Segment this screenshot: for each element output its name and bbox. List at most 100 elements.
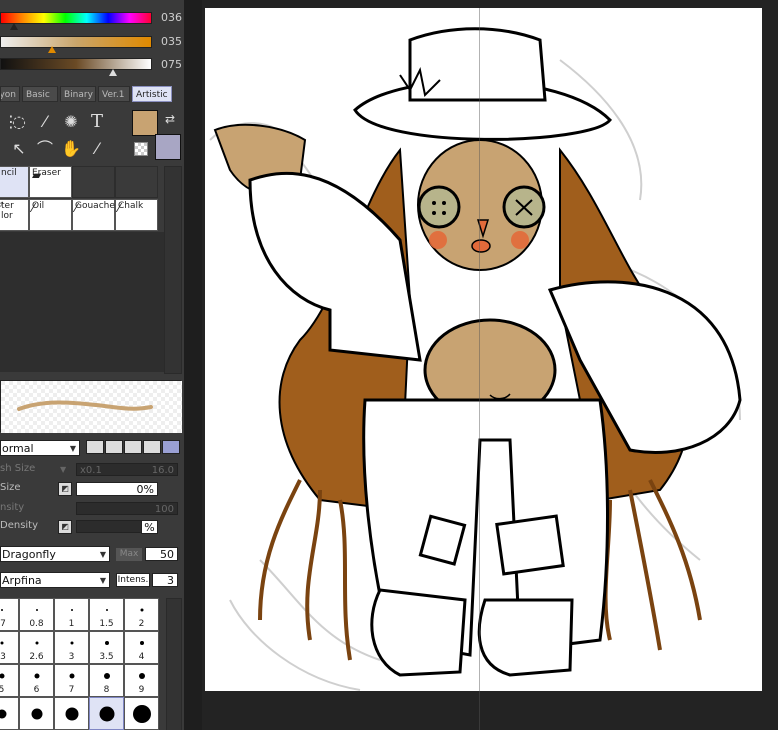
- intensity-field[interactable]: 3: [152, 573, 178, 587]
- tab-binary[interactable]: Binary: [60, 86, 96, 102]
- brush-size-option[interactable]: 1: [54, 598, 89, 631]
- shape-hard-button[interactable]: [143, 440, 161, 454]
- brush-size-option[interactable]: 2: [124, 598, 159, 631]
- brush-size-option[interactable]: .7: [0, 598, 19, 631]
- brush-size-option[interactable]: 1.5: [89, 598, 124, 631]
- rotate-tool-icon[interactable]: ⌒: [34, 138, 56, 160]
- brush-dot-icon: [70, 641, 73, 645]
- brush-size-dropdown-icon[interactable]: ▼: [60, 465, 66, 474]
- brush-size-option[interactable]: 7: [54, 664, 89, 697]
- brush-scrollbar[interactable]: [164, 166, 182, 374]
- saturation-slider[interactable]: [0, 36, 152, 48]
- tab-ver1[interactable]: Ver.1: [98, 86, 130, 102]
- brush-size-option[interactable]: .3: [0, 631, 19, 664]
- brush-size-scale: x0.1: [80, 465, 102, 476]
- hue-slider[interactable]: [0, 12, 152, 24]
- value-slider[interactable]: [0, 58, 152, 70]
- panel-divider[interactable]: [184, 0, 202, 730]
- scarecrow-illustration: [209, 27, 742, 691]
- brush-dot-icon: [99, 706, 114, 722]
- chevron-down-icon: ▼: [99, 576, 106, 585]
- density-field[interactable]: 100: [76, 502, 178, 515]
- brush-dot-icon: [35, 609, 38, 611]
- brush-size-option[interactable]: 3.5: [89, 631, 124, 664]
- brush-gouache[interactable]: Gouache ⁄: [72, 199, 115, 231]
- brush-size-option-label: 0.8: [29, 619, 44, 629]
- brush-pencil[interactable]: ncil✎: [0, 166, 29, 198]
- min-density-label: Density: [0, 520, 39, 531]
- tab-basic[interactable]: Basic: [22, 86, 58, 102]
- hue-slider-handle[interactable]: [10, 23, 18, 30]
- value-slider-track[interactable]: [0, 58, 152, 70]
- shape-medium-button[interactable]: [124, 440, 142, 454]
- color-picker-icon[interactable]: ✺: [60, 111, 82, 133]
- tab-crayon[interactable]: Crayon: [0, 86, 20, 102]
- brush-size-option-label: 7: [68, 685, 75, 695]
- brush-size-option[interactable]: [124, 697, 159, 730]
- main-color-swatch[interactable]: [132, 110, 158, 136]
- brush-dot-icon: [0, 709, 6, 719]
- value-slider-handle[interactable]: [109, 69, 117, 76]
- brush-size-option[interactable]: 9: [124, 664, 159, 697]
- min-size-pressure-icon[interactable]: ◩: [58, 482, 72, 496]
- brush-slot-empty[interactable]: [115, 166, 158, 198]
- brush-size-option[interactable]: [19, 697, 54, 730]
- drawing-canvas[interactable]: [205, 8, 762, 691]
- brush-size-option[interactable]: [54, 697, 89, 730]
- brush-chalk[interactable]: Chalk ⁄: [115, 199, 158, 231]
- magic-wand-icon[interactable]: ⁄: [34, 111, 56, 133]
- brush-size-option[interactable]: 4: [124, 631, 159, 664]
- eyedropper-icon[interactable]: ⁄: [86, 138, 108, 160]
- brush-eraser[interactable]: Eraser ▰: [29, 166, 72, 198]
- tool-panel: 036 035 075 Crayon Basic Binary Ver.1 Ar…: [0, 0, 184, 730]
- brush-size-option[interactable]: 0.8: [19, 598, 54, 631]
- tab-crayon-label: Crayon: [0, 90, 16, 100]
- size-grid-scrollbar[interactable]: [166, 598, 182, 730]
- brush-oil[interactable]: Oil ⁄: [29, 199, 72, 231]
- oil-brush-icon: ⁄: [32, 201, 35, 215]
- brush-shape-buttons: [86, 440, 180, 454]
- brush-watercolor[interactable]: ter lor🖌: [0, 199, 29, 231]
- saturation-slider-track[interactable]: [0, 36, 152, 48]
- brush-size-option[interactable]: 5: [0, 664, 19, 697]
- brush-slot-empty[interactable]: [72, 166, 115, 198]
- brush-size-option[interactable]: [89, 697, 124, 730]
- blend-mode-value: ormal: [2, 442, 34, 455]
- brush-dot-icon: [0, 609, 3, 611]
- swap-colors-icon[interactable]: ⇄: [160, 108, 180, 130]
- paper-texture-select[interactable]: Arpfina ▼: [0, 572, 110, 588]
- shape-flat-button[interactable]: [86, 440, 104, 454]
- shape-square-button[interactable]: [162, 440, 180, 454]
- brush-dot-icon: [138, 673, 145, 679]
- hand-tool-icon[interactable]: ✋: [60, 138, 82, 160]
- brush-size-option-label: 5: [0, 685, 5, 695]
- hue-slider-track[interactable]: [0, 12, 152, 24]
- move-tool-icon[interactable]: ↖: [8, 138, 30, 160]
- transparent-color-icon[interactable]: [134, 142, 148, 156]
- sub-color-swatch[interactable]: [155, 134, 181, 160]
- brush-dot-icon: [132, 705, 151, 723]
- intensity-label: Intens.: [116, 573, 150, 587]
- text-tool-icon[interactable]: T: [86, 111, 108, 133]
- min-size-field[interactable]: 0%: [76, 482, 158, 496]
- brush-dot-icon: [0, 641, 3, 645]
- min-density-pressure-icon[interactable]: ◩: [58, 520, 72, 534]
- saturation-slider-handle[interactable]: [48, 46, 56, 53]
- chalk-brush-icon: ⁄: [118, 201, 121, 215]
- min-size-label: Size: [0, 482, 21, 493]
- brush-size-field[interactable]: x0.1 16.0: [76, 463, 178, 476]
- lasso-tool-icon[interactable]: ◌: [8, 111, 30, 133]
- blend-mode-select[interactable]: ormal ▼: [0, 440, 80, 456]
- shape-soft-button[interactable]: [105, 440, 123, 454]
- stroke-preview-graphic: [1, 381, 182, 433]
- brush-size-option[interactable]: 8: [89, 664, 124, 697]
- brush-size-option[interactable]: 2.6: [19, 631, 54, 664]
- document-title[interactable]: [206, 0, 626, 6]
- tab-artistic[interactable]: Artistic: [132, 86, 172, 102]
- texture-max-field[interactable]: 50: [145, 547, 178, 561]
- brush-size-option[interactable]: 3: [54, 631, 89, 664]
- brush-texture-select[interactable]: Dragonfly ▼: [0, 546, 110, 562]
- chevron-down-icon: ▼: [99, 550, 106, 559]
- brush-size-option[interactable]: [0, 697, 19, 730]
- brush-size-option[interactable]: 6: [19, 664, 54, 697]
